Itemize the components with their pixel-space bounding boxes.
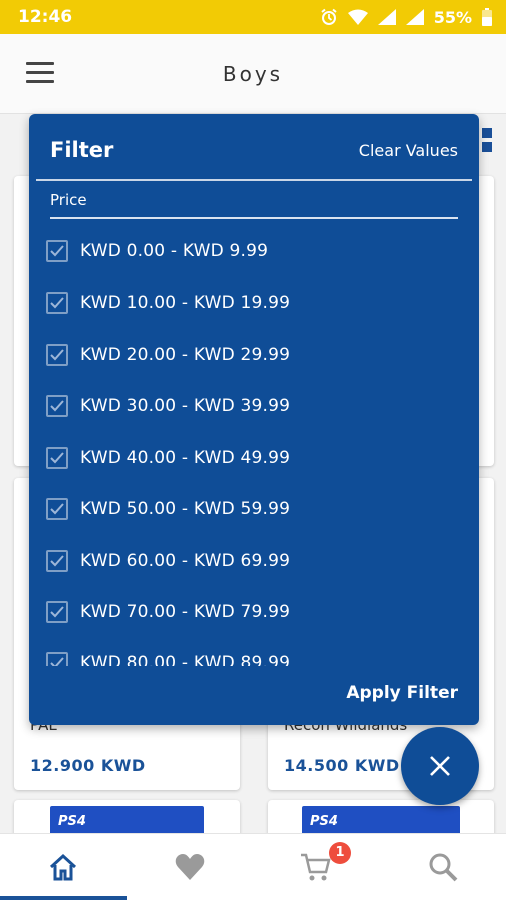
product-price: 12.900 KWD bbox=[30, 756, 146, 775]
price-option-label: KWD 20.00 - KWD 29.99 bbox=[80, 345, 291, 365]
checkbox-checked-icon[interactable] bbox=[46, 240, 68, 262]
signal-icon-2 bbox=[405, 9, 424, 25]
page-title: Boys bbox=[222, 62, 284, 86]
nav-active-indicator bbox=[0, 896, 127, 900]
signal-icon bbox=[377, 9, 396, 25]
product-price: 14.500 KWD bbox=[284, 756, 400, 775]
nav-search[interactable] bbox=[380, 834, 506, 900]
nav-cart[interactable] bbox=[253, 834, 380, 900]
battery-percent: 55% bbox=[433, 7, 472, 27]
filter-panel: Filter Clear Values Price KWD 0.00 - KWD… bbox=[29, 114, 479, 725]
heart-icon bbox=[175, 854, 205, 880]
price-option-label: KWD 50.00 - KWD 59.99 bbox=[80, 499, 291, 519]
price-options-list[interactable]: KWD 0.00 - KWD 9.99 KWD 10.00 - KWD 19.9… bbox=[29, 226, 479, 666]
price-option-label: KWD 60.00 - KWD 69.99 bbox=[80, 551, 291, 571]
price-option[interactable]: KWD 70.00 - KWD 79.99 bbox=[46, 597, 290, 627]
price-option[interactable]: KWD 60.00 - KWD 69.99 bbox=[46, 546, 290, 576]
status-icons: 55% bbox=[320, 8, 492, 27]
alarm-icon bbox=[321, 8, 337, 25]
checkbox-checked-icon[interactable] bbox=[46, 550, 68, 572]
status-time: 12:46 bbox=[18, 7, 73, 27]
price-option-label: KWD 40.00 - KWD 49.99 bbox=[80, 448, 291, 468]
checkbox-checked-icon[interactable] bbox=[46, 395, 68, 417]
filter-title: Filter bbox=[50, 138, 114, 162]
price-option[interactable]: KWD 80.00 - KWD 89.99 bbox=[46, 648, 290, 666]
price-section-label: Price bbox=[50, 191, 87, 209]
nav-home[interactable] bbox=[0, 834, 127, 900]
price-option-label: KWD 70.00 - KWD 79.99 bbox=[80, 602, 291, 622]
status-bar: 12:46 55% bbox=[0, 0, 506, 34]
checkbox-checked-icon[interactable] bbox=[46, 447, 68, 469]
divider bbox=[50, 217, 458, 219]
divider bbox=[36, 179, 472, 181]
nav-wishlist[interactable] bbox=[127, 834, 254, 900]
bottom-nav bbox=[0, 833, 506, 900]
close-filter-button[interactable] bbox=[401, 727, 479, 805]
price-option[interactable]: KWD 40.00 - KWD 49.99 bbox=[46, 443, 290, 473]
home-icon bbox=[50, 853, 77, 881]
checkbox-checked-icon[interactable] bbox=[46, 601, 68, 623]
grid-view-icon[interactable] bbox=[482, 128, 494, 154]
price-option[interactable]: KWD 0.00 - KWD 9.99 bbox=[46, 236, 268, 266]
search-icon bbox=[429, 853, 458, 882]
price-option[interactable]: KWD 20.00 - KWD 29.99 bbox=[46, 340, 290, 370]
checkbox-checked-icon[interactable] bbox=[46, 652, 68, 666]
price-option[interactable]: KWD 50.00 - KWD 59.99 bbox=[46, 494, 290, 524]
apply-filter-button[interactable]: Apply Filter bbox=[346, 683, 458, 703]
price-option-label: KWD 30.00 - KWD 39.99 bbox=[80, 396, 291, 416]
close-icon bbox=[430, 756, 450, 776]
price-option-label: KWD 10.00 - KWD 19.99 bbox=[80, 293, 291, 313]
price-option-label: KWD 0.00 - KWD 9.99 bbox=[80, 241, 269, 261]
app-bar: Boys bbox=[0, 34, 506, 114]
checkbox-checked-icon[interactable] bbox=[46, 292, 68, 314]
cart-count-badge: 1 bbox=[329, 842, 351, 864]
checkbox-checked-icon[interactable] bbox=[46, 344, 68, 366]
wifi-icon bbox=[347, 9, 368, 25]
price-option-label: KWD 80.00 - KWD 89.99 bbox=[80, 653, 291, 666]
price-option[interactable]: KWD 10.00 - KWD 19.99 bbox=[46, 288, 290, 318]
battery-icon bbox=[482, 8, 492, 26]
checkbox-checked-icon[interactable] bbox=[46, 498, 68, 520]
price-option[interactable]: KWD 30.00 - KWD 39.99 bbox=[46, 391, 290, 421]
cart-icon bbox=[301, 853, 331, 881]
clear-values-button[interactable]: Clear Values bbox=[359, 141, 458, 160]
